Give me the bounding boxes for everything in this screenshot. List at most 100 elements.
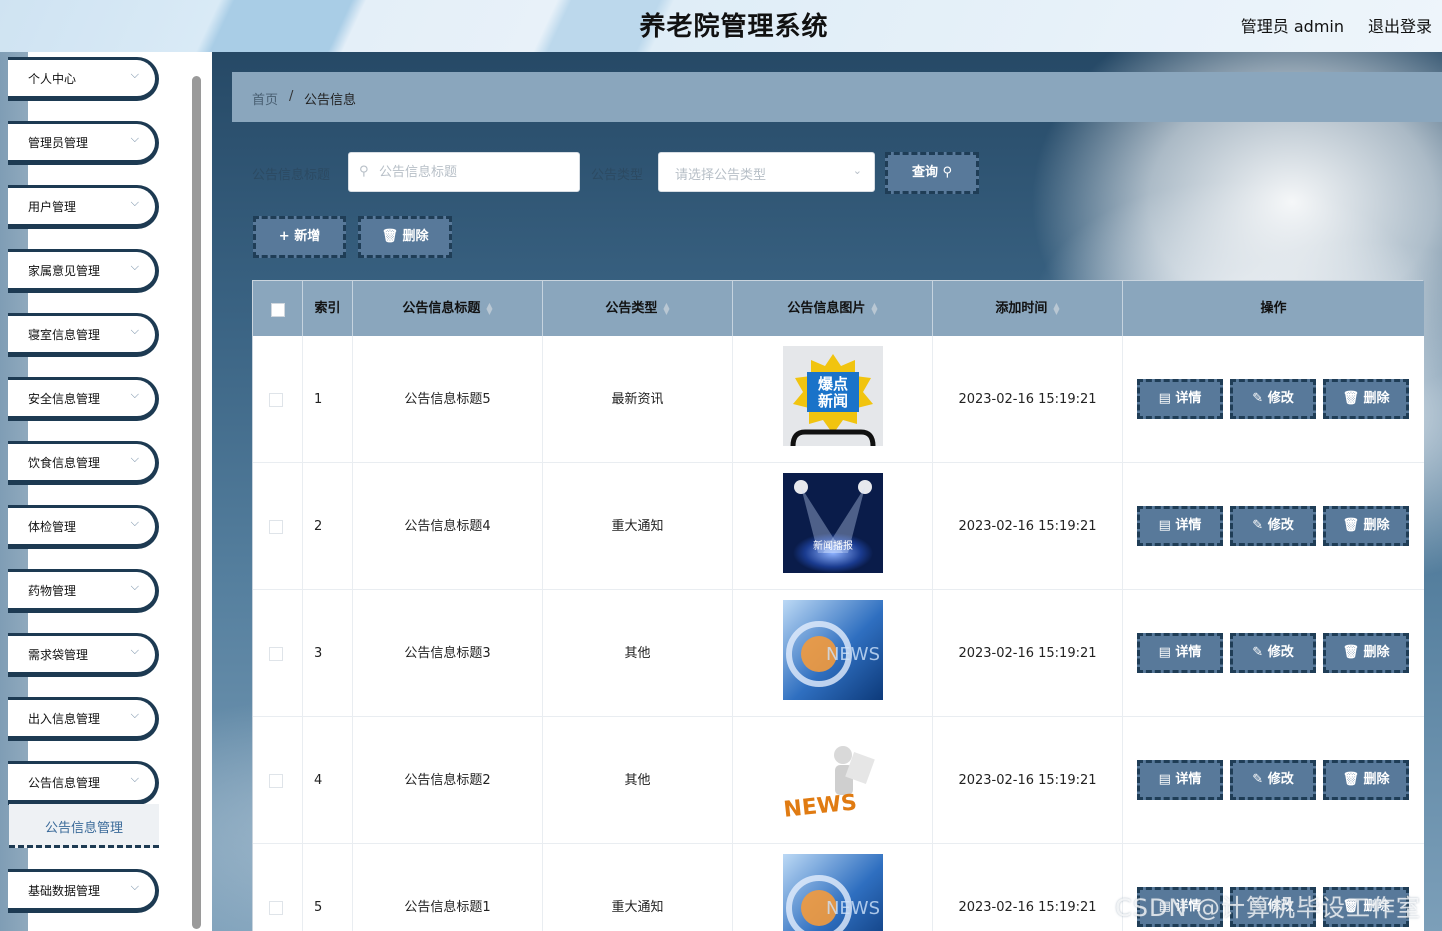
column-header-label: 公告信息标题 bbox=[402, 301, 481, 316]
trash-icon: 🗑 bbox=[1342, 391, 1359, 406]
type-cell: 重大通知 bbox=[543, 844, 733, 931]
delete-button[interactable]: 🗑 删除 bbox=[1323, 379, 1409, 419]
sidebar-item-base-data[interactable]: 基础数据管理 ⌵ bbox=[8, 869, 159, 913]
sidebar-item-checkup[interactable]: 体检管理 ⌵ bbox=[8, 505, 159, 549]
type-cell: 最新资讯 bbox=[543, 336, 733, 463]
sidebar-item-dorm-info[interactable]: 寝室信息管理 ⌵ bbox=[8, 313, 159, 357]
column-header-label: 添加时间 bbox=[995, 301, 1048, 316]
document-icon: ▤ bbox=[1158, 518, 1171, 533]
actions-cell: ▤ 详情 ✎ 修改 🗑 删除 bbox=[1123, 463, 1424, 590]
row-checkbox[interactable] bbox=[269, 901, 283, 915]
sort-icon[interactable]: ▲ ▼ bbox=[871, 301, 877, 315]
detail-button[interactable]: ▤ 详情 bbox=[1137, 760, 1223, 800]
notice-image[interactable]: NEWS bbox=[783, 854, 883, 931]
select-all-checkbox[interactable] bbox=[271, 303, 285, 317]
plus-icon: + bbox=[278, 229, 290, 244]
detail-button[interactable]: ▤ 详情 bbox=[1137, 506, 1223, 546]
type-select[interactable]: 请选择公告类型 ⌄ bbox=[658, 152, 875, 192]
type-cell: 其他 bbox=[543, 717, 733, 844]
sidebar-item-user-manage[interactable]: 用户管理 ⌵ bbox=[8, 185, 159, 229]
trash-icon: 🗑 bbox=[1342, 518, 1359, 533]
sidebar-scrollbar[interactable] bbox=[192, 76, 201, 929]
column-header-label: 公告类型 bbox=[605, 301, 658, 316]
sort-icon[interactable]: ▲ ▼ bbox=[663, 301, 669, 315]
sidebar-item-medicine[interactable]: 药物管理 ⌵ bbox=[8, 569, 159, 613]
column-header-label: 操作 bbox=[1260, 301, 1287, 316]
sidebar-item-diet-info[interactable]: 饮食信息管理 ⌵ bbox=[8, 441, 159, 485]
admin-label: 管理员 admin bbox=[1240, 17, 1344, 36]
delete-button[interactable]: 🗑 删除 bbox=[1323, 760, 1409, 800]
main-content: 首页 / 公告信息 公告信息标题 ⚲ 公告类型 请选择公告类型 ⌄ 查询 ⚲ +… bbox=[212, 52, 1442, 931]
sidebar-item-safety-info[interactable]: 安全信息管理 ⌵ bbox=[8, 377, 159, 421]
column-header-title[interactable]: 公告信息标题 ▲ ▼ bbox=[353, 281, 543, 336]
chevron-down-icon: ⌵ bbox=[130, 708, 139, 721]
row-select-cell bbox=[253, 717, 303, 844]
image-cell: NEWS bbox=[733, 717, 933, 844]
chevron-down-icon: ⌵ bbox=[130, 68, 139, 81]
image-cell: 新闻播报 bbox=[733, 463, 933, 590]
title-cell: 公告信息标题4 bbox=[353, 463, 543, 590]
trash-icon: 🗑 bbox=[381, 229, 398, 244]
title-filter-label: 公告信息标题 bbox=[252, 168, 331, 183]
edit-button[interactable]: ✎ 修改 bbox=[1230, 506, 1316, 546]
column-header-index: 索引 bbox=[303, 281, 353, 336]
edit-button-label: 修改 bbox=[1267, 645, 1294, 660]
delete-button[interactable]: 🗑 删除 bbox=[1323, 633, 1409, 673]
sidebar-item-label: 饮食信息管理 bbox=[28, 456, 101, 470]
delete-button-label: 删除 bbox=[1363, 518, 1390, 533]
row-select-cell bbox=[253, 336, 303, 463]
chevron-down-icon: ⌄ bbox=[852, 164, 862, 177]
notice-image[interactable]: 爆点 新闻 bbox=[783, 346, 883, 447]
sidebar-item-access-info[interactable]: 出入信息管理 ⌵ bbox=[8, 697, 159, 741]
row-checkbox[interactable] bbox=[269, 774, 283, 788]
row-checkbox[interactable] bbox=[269, 393, 283, 407]
sidebar-item-label: 个人中心 bbox=[28, 72, 77, 86]
batch-delete-button[interactable]: 🗑 删除 bbox=[358, 216, 452, 258]
edit-button-label: 修改 bbox=[1267, 518, 1294, 533]
type-select-placeholder: 请选择公告类型 bbox=[675, 168, 767, 183]
query-button[interactable]: 查询 ⚲ bbox=[885, 152, 979, 194]
sidebar-item-demand-bag[interactable]: 需求袋管理 ⌵ bbox=[8, 633, 159, 677]
svg-text:新闻播报: 新闻播报 bbox=[813, 539, 853, 552]
edit-button[interactable]: ✎ 修改 bbox=[1230, 633, 1316, 673]
logout-link[interactable]: 退出登录 bbox=[1368, 13, 1432, 37]
notice-image[interactable]: 新闻播报 bbox=[783, 473, 883, 573]
title-search-input[interactable] bbox=[379, 161, 574, 183]
detail-button[interactable]: ▤ 详情 bbox=[1137, 379, 1223, 419]
column-header-type[interactable]: 公告类型 ▲ ▼ bbox=[543, 281, 733, 336]
chevron-down-icon: ⌵ bbox=[130, 260, 139, 273]
row-select-cell bbox=[253, 463, 303, 590]
title-search-field[interactable]: ⚲ bbox=[348, 152, 580, 192]
sidebar-item-notice[interactable]: 公告信息管理 ⌵ bbox=[8, 761, 159, 805]
sort-icon[interactable]: ▲ ▼ bbox=[1053, 301, 1059, 315]
sidebar-item-family-feedback[interactable]: 家属意见管理 ⌵ bbox=[8, 249, 159, 293]
time-cell: 2023-02-16 15:19:21 bbox=[933, 336, 1123, 463]
document-icon: ▤ bbox=[1158, 645, 1171, 660]
notice-image[interactable]: NEWS bbox=[782, 727, 883, 827]
column-header-image[interactable]: 公告信息图片 ▲ ▼ bbox=[733, 281, 933, 336]
add-button[interactable]: + 新增 bbox=[253, 216, 346, 258]
sidebar-item-label: 出入信息管理 bbox=[28, 712, 101, 726]
sidebar-subitem-notice-manage[interactable]: 公告信息管理 bbox=[9, 804, 159, 848]
edit-button[interactable]: ✎ 修改 bbox=[1230, 379, 1316, 419]
edit-button[interactable]: ✎ 修改 bbox=[1230, 760, 1316, 800]
chevron-down-icon: ⌵ bbox=[130, 196, 139, 209]
row-select-cell bbox=[253, 844, 303, 931]
table-row: 2 公告信息标题4 重大通知 新闻播报 2023-02-16 15:19:21 … bbox=[253, 463, 1424, 590]
delete-button[interactable]: 🗑 删除 bbox=[1323, 506, 1409, 546]
sidebar-item-label: 基础数据管理 bbox=[28, 884, 101, 898]
detail-button[interactable]: ▤ 详情 bbox=[1137, 633, 1223, 673]
chevron-down-icon: ⌵ bbox=[130, 516, 139, 529]
sidebar-item-admin-manage[interactable]: 管理员管理 ⌵ bbox=[8, 121, 159, 165]
sidebar-item-personal-center[interactable]: 个人中心 ⌵ bbox=[8, 57, 159, 101]
row-checkbox[interactable] bbox=[269, 647, 283, 661]
sort-icon[interactable]: ▲ ▼ bbox=[486, 301, 492, 315]
svg-text:新闻: 新闻 bbox=[818, 392, 848, 410]
notice-image[interactable]: NEWS bbox=[783, 600, 883, 700]
select-all-cell bbox=[253, 281, 303, 336]
breadcrumb-home[interactable]: 首页 bbox=[252, 89, 278, 108]
row-checkbox[interactable] bbox=[269, 520, 283, 534]
sidebar-item-label: 药物管理 bbox=[28, 584, 77, 598]
sidebar-item-label: 管理员管理 bbox=[28, 136, 89, 150]
column-header-time[interactable]: 添加时间 ▲ ▼ bbox=[933, 281, 1123, 336]
